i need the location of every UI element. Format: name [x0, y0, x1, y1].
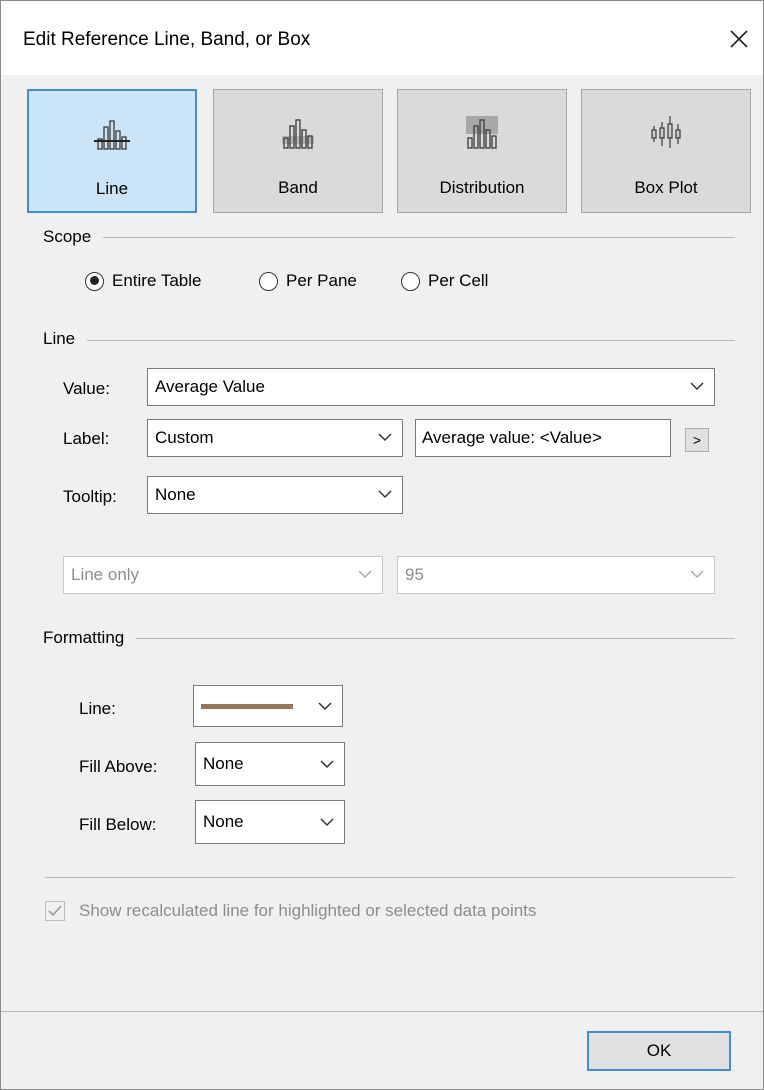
chevron-down-icon — [320, 760, 334, 769]
distribution-type-button[interactable]: Distribution — [397, 89, 567, 213]
custom-label-input[interactable]: Average value: <Value> — [415, 419, 671, 457]
value-selected: Average Value — [155, 377, 265, 396]
checkmark-icon — [48, 905, 62, 917]
footer-divider — [1, 1011, 763, 1012]
fill-below-selected: None — [203, 812, 244, 831]
scope-per-cell-label: Per Cell — [428, 271, 489, 290]
tooltip-dropdown[interactable]: None — [147, 476, 403, 514]
line-format-label: Line: — [79, 699, 116, 718]
confidence-type-dropdown: Line only — [63, 556, 383, 594]
chevron-down-icon — [378, 433, 392, 442]
reference-line-icon — [94, 120, 130, 150]
tooltip-label: Tooltip: — [63, 487, 117, 506]
chevron-down-icon — [320, 818, 334, 827]
chevron-down-icon — [690, 382, 704, 391]
confidence-value-dropdown: 95 — [397, 556, 715, 594]
fill-below-dropdown[interactable]: None — [195, 800, 345, 844]
box-plot-type-button[interactable]: Box Plot — [581, 89, 751, 213]
custom-label-text: Average value: <Value> — [422, 428, 602, 447]
line-color-swatch — [201, 703, 293, 709]
edit-reference-line-dialog: Edit Reference Line, Band, or Box Line B… — [0, 0, 764, 1090]
fill-above-dropdown[interactable]: None — [195, 742, 345, 786]
scope-per-pane-radio[interactable]: Per Pane — [259, 269, 357, 293]
title-bar: Edit Reference Line, Band, or Box — [1, 1, 763, 75]
box-plot-type-label: Box Plot — [634, 178, 698, 197]
fill-above-label: Fill Above: — [79, 757, 158, 776]
label-dropdown[interactable]: Custom — [147, 419, 403, 457]
tooltip-selected: None — [155, 485, 196, 504]
scope-entire-table-label: Entire Table — [112, 271, 202, 290]
box-plot-icon — [651, 116, 681, 148]
radio-selected-indicator — [85, 271, 104, 291]
insert-field-button[interactable]: > — [685, 428, 709, 452]
recalc-divider — [45, 877, 735, 878]
scope-heading: Scope — [43, 227, 104, 247]
scope-divider — [45, 237, 735, 238]
recalc-label: Show recalculated line for highlighted o… — [79, 901, 537, 920]
fill-below-label: Fill Below: — [79, 815, 157, 834]
ok-button[interactable]: OK — [587, 1031, 731, 1071]
fill-above-selected: None — [203, 754, 244, 773]
chevron-down-icon — [690, 570, 704, 579]
line-type-button[interactable]: Line — [27, 89, 197, 213]
distribution-icon — [466, 116, 498, 149]
chevron-down-icon — [378, 490, 392, 499]
value-label: Value: — [63, 379, 110, 398]
chevron-down-icon — [358, 570, 372, 579]
band-type-label: Band — [278, 178, 318, 197]
reference-band-icon — [282, 119, 314, 149]
label-label: Label: — [63, 429, 110, 448]
formatting-divider — [45, 638, 735, 639]
distribution-type-label: Distribution — [439, 178, 525, 197]
band-type-button[interactable]: Band — [213, 89, 383, 213]
scope-per-cell-radio[interactable]: Per Cell — [401, 269, 488, 293]
scope-per-pane-label: Per Pane — [286, 271, 357, 290]
confidence-type-selected: Line only — [71, 565, 140, 584]
recalc-checkbox[interactable] — [45, 901, 65, 921]
radio-indicator — [259, 271, 278, 291]
scope-entire-table-radio[interactable]: Entire Table — [85, 269, 201, 293]
line-color-dropdown[interactable] — [193, 685, 343, 727]
line-heading: Line — [43, 329, 88, 349]
line-type-label: Line — [95, 179, 129, 198]
chevron-down-icon — [318, 702, 332, 711]
value-dropdown[interactable]: Average Value — [147, 368, 715, 406]
label-selected: Custom — [155, 428, 214, 447]
confidence-value-selected: 95 — [405, 565, 424, 584]
radio-indicator — [401, 271, 420, 291]
formatting-heading: Formatting — [43, 628, 137, 648]
dialog-title: Edit Reference Line, Band, or Box — [23, 29, 311, 50]
close-icon[interactable] — [723, 23, 755, 55]
line-divider — [45, 340, 735, 341]
